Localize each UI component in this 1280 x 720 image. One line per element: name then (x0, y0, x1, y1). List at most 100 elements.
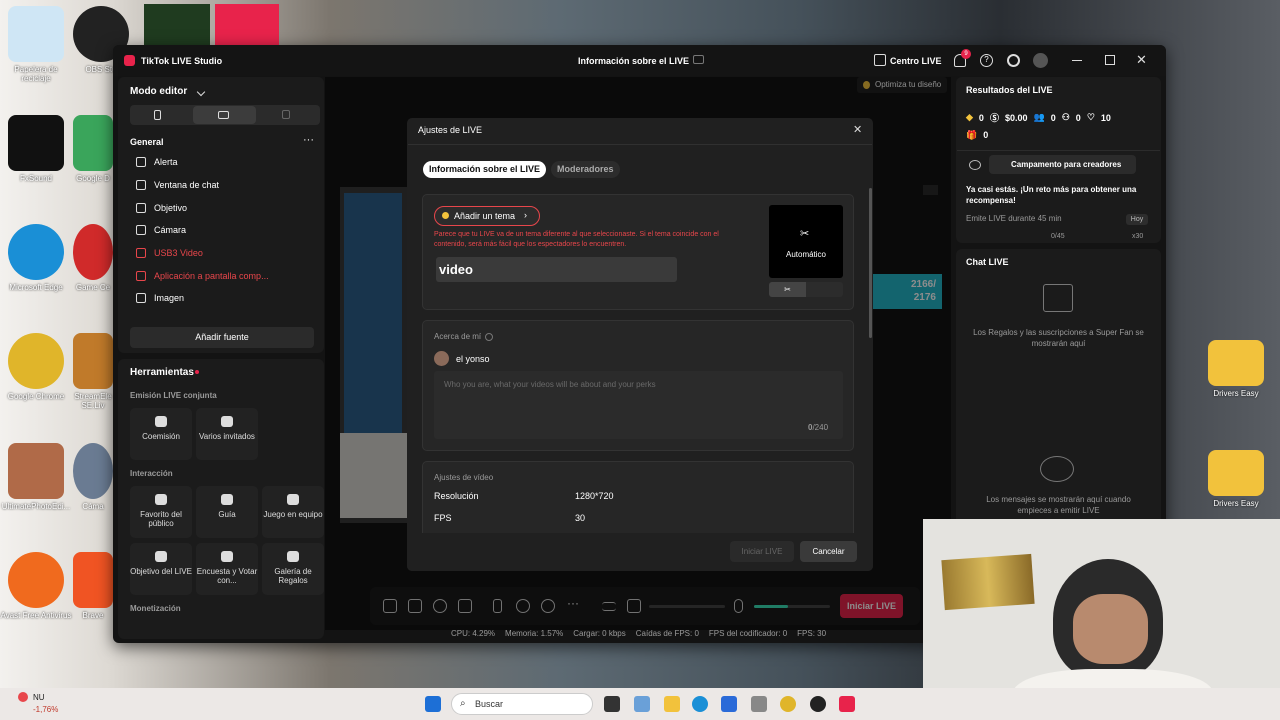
editor-panel: Modo editor General ··· Alerta Ventana d… (118, 77, 324, 353)
cancel-button[interactable]: Cancelar (800, 541, 857, 562)
poll-tool[interactable]: Encuesta y Votar con... (196, 543, 258, 595)
chrome-taskbar-icon[interactable] (780, 696, 796, 712)
recycle-bin-icon[interactable]: Papelera de reciclaje (0, 6, 72, 83)
fps-value[interactable]: 30 (575, 513, 585, 523)
dialog-title: Ajustes de LIVE (418, 125, 483, 135)
chrome-icon[interactable]: Google Chrome (0, 333, 72, 401)
settings-gear-icon[interactable] (1007, 54, 1020, 67)
live-title-input[interactable]: video (436, 257, 677, 282)
desktop-icon-label: FxSound (19, 174, 53, 183)
edge-taskbar-icon[interactable] (692, 696, 708, 712)
centro-live-button[interactable]: Centro LIVE (890, 56, 942, 66)
gift-icon: 🎁 (966, 130, 978, 140)
gift-box-icon (1043, 284, 1073, 312)
live-goal-tool[interactable]: Objetivo del LIVE (130, 543, 192, 595)
brave-icon[interactable]: Brave (72, 552, 114, 620)
viewers-value: 0 (1050, 112, 1056, 123)
app-window-icon (136, 271, 146, 281)
add-source-button[interactable]: Añadir fuente (130, 327, 314, 348)
more-options-icon[interactable]: ··· (303, 134, 314, 146)
audience-favorite-tool[interactable]: Favorito del público (130, 486, 192, 538)
chevron-right-icon: › (524, 210, 527, 220)
google-drive-icon[interactable]: Google D (72, 115, 114, 183)
heart-icon: ♡ (1086, 112, 1095, 122)
source-alerta[interactable]: Alerta (136, 157, 178, 167)
coemision-tool[interactable]: Coemisión (130, 408, 192, 460)
gift-gallery-tool[interactable]: Galería de Regalos (262, 543, 324, 595)
person-face (1073, 594, 1148, 664)
minimize-icon[interactable] (1072, 60, 1082, 61)
info-icon[interactable] (485, 333, 493, 341)
ultimate-photo-editor-icon[interactable]: UltimatePhotoEdi... (0, 443, 72, 511)
auto-cover-tab[interactable]: ✂ (769, 282, 806, 297)
vertical-layout-icon[interactable] (154, 110, 161, 120)
results-title: Resultados del LIVE (966, 85, 1053, 95)
resolution-value[interactable]: 1280*720 (575, 491, 614, 501)
tab-live-info[interactable]: Información sobre el LIVE (423, 161, 547, 178)
source-usb3-video[interactable]: USB3 Video (136, 248, 203, 258)
source-label: Objetivo (154, 203, 188, 213)
target-icon (136, 203, 146, 213)
source-label: Aplicación a pantalla comp... (154, 271, 269, 281)
multi-guest-tool[interactable]: Varios invitados (196, 408, 258, 460)
source-chat-window[interactable]: Ventana de chat (136, 180, 219, 190)
bell-icon (136, 157, 146, 167)
mode-editor-title[interactable]: Modo editor (130, 86, 187, 97)
source-objetivo[interactable]: Objetivo (136, 203, 187, 213)
guide-tool[interactable]: Guía (196, 486, 258, 538)
windows-start-icon[interactable] (425, 696, 441, 712)
game-center-icon[interactable]: Game Ce (72, 224, 114, 292)
task-view-icon[interactable] (604, 696, 620, 712)
fxsound-icon[interactable]: FxSound (0, 115, 72, 183)
edge-icon[interactable]: Microsoft Edge (0, 224, 72, 292)
tool-label: Coemisión (142, 432, 180, 441)
cover-image[interactable]: ✂ Automático (769, 205, 843, 278)
streamelements-icon[interactable]: StreamEle SE.Liv (72, 333, 114, 410)
source-imagen[interactable]: Imagen (136, 293, 184, 303)
about-textarea[interactable]: Who you are, what your videos will be ab… (434, 371, 843, 439)
upload-cover-tab[interactable] (806, 282, 843, 297)
cover-mode-label: Automático (785, 250, 827, 259)
diamond-icon: ◆ (966, 112, 973, 122)
tab-moderators[interactable]: Moderadores (551, 161, 620, 178)
link-icon (155, 416, 167, 427)
general-scene-selector[interactable]: General (130, 137, 164, 147)
drivers-easy-folder-icon[interactable]: Drivers Easy (1200, 450, 1272, 508)
avast-icon[interactable]: Avast Free Antivirus (0, 552, 72, 620)
taskbar-search-box[interactable]: ⌕ Buscar (451, 693, 593, 715)
dialog-scrollbar[interactable] (869, 188, 872, 338)
maximize-icon[interactable] (1105, 55, 1115, 65)
scissors-icon: ✂ (800, 228, 810, 240)
char-max: /240 (812, 423, 829, 432)
tiktok-desktop-icon[interactable] (215, 4, 279, 46)
reward-amount: x30 (1132, 233, 1144, 240)
file-explorer-icon[interactable] (664, 696, 680, 712)
source-fullscreen-app[interactable]: Aplicación a pantalla comp... (136, 271, 269, 281)
drivers-easy-icon[interactable]: Drivers Easy (1200, 340, 1272, 398)
tiktok-taskbar-icon[interactable] (839, 696, 855, 712)
store-icon[interactable] (721, 696, 737, 712)
avatar[interactable] (1033, 53, 1048, 68)
ticker-name[interactable]: NU (33, 693, 45, 702)
close-dialog-icon[interactable]: ✕ (853, 123, 862, 136)
creator-camp-button[interactable]: Campamento para creadores (989, 155, 1136, 174)
team-game-tool[interactable]: Juego en equipo (262, 486, 324, 538)
dollar-icon: Ⓢ (989, 113, 999, 123)
help-icon[interactable]: ? (980, 54, 993, 67)
followers-icon: ⚇ (1061, 112, 1070, 122)
multi-layout-icon[interactable] (282, 110, 290, 119)
calculator-icon[interactable] (751, 696, 767, 712)
dialog-start-live-button[interactable]: Iniciar LIVE (730, 541, 794, 562)
close-window-icon[interactable]: ✕ (1136, 52, 1147, 68)
encoder-fps-stat: FPS del codificador: 0 (708, 629, 788, 638)
fps-stat: FPS: 30 (797, 629, 827, 638)
desktop-icon-label: Papelera de reciclaje (14, 65, 58, 83)
widgets-icon[interactable] (634, 696, 650, 712)
obs-taskbar-icon[interactable] (810, 696, 826, 712)
source-camara[interactable]: Cámara (136, 225, 186, 235)
camera-icon (136, 225, 146, 235)
desktop-game-icon[interactable] (144, 4, 210, 46)
diamonds-value: 0 (978, 112, 984, 123)
camera-app-icon[interactable]: Cáma (72, 443, 114, 511)
share-icon[interactable] (693, 55, 704, 64)
